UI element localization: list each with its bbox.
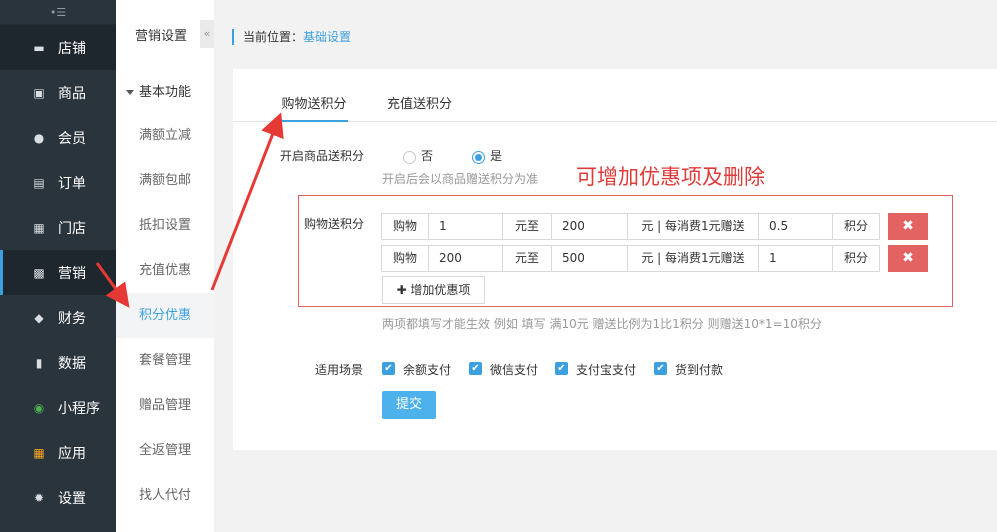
- caret-down-icon: [126, 90, 134, 95]
- add-rule-button[interactable]: ✚ 增加优惠项: [382, 276, 485, 304]
- tab-bar: 购物送积分 充值送积分: [233, 87, 997, 122]
- close-icon: ✖: [902, 250, 914, 266]
- nav-label: 营销: [58, 265, 86, 282]
- checkbox-cod[interactable]: ✔: [654, 362, 667, 375]
- to-addon: 元至: [502, 213, 552, 240]
- scene-balance-label: 余额支付: [403, 363, 452, 377]
- nav-item-goods[interactable]: ▣ 商品: [0, 70, 116, 115]
- nav-label: 店铺: [58, 40, 86, 57]
- ratio-input[interactable]: 1: [758, 245, 833, 272]
- scene-alipay-label: 支付宝支付: [576, 363, 637, 377]
- close-icon: ✖: [902, 218, 914, 234]
- submenu-group-label: 基本功能: [139, 85, 192, 100]
- radio-no[interactable]: [403, 151, 416, 164]
- nav-label: 应用: [58, 445, 86, 462]
- breadcrumb: 当前位置：基础设置: [232, 29, 351, 45]
- money-bag-icon: ◆: [34, 310, 44, 325]
- rules-hint: 两项都填写才能生效 例如 填写 满10元 赠送比例为1比1积分 则赠送10*1=…: [382, 317, 822, 331]
- gear-icon: ✹: [33, 490, 45, 505]
- nav-item-store[interactable]: ▬ 店铺: [0, 25, 116, 70]
- submenu-item-points[interactable]: 积分优惠: [116, 293, 214, 338]
- nav-item-members[interactable]: ● 会员: [0, 115, 116, 160]
- tab-recharge-points[interactable]: 充值送积分: [387, 87, 452, 122]
- ratio-addon: 元 | 每消费1元赠送: [627, 213, 759, 240]
- rule-row: 购物 200 元至 500 元 | 每消费1元赠送 1 积分 ✖: [381, 245, 928, 272]
- nav-item-data[interactable]: ▮ 数据: [0, 340, 116, 385]
- submenu-group-basic[interactable]: 基本功能: [116, 73, 214, 113]
- amount-from-input[interactable]: 1: [428, 213, 503, 240]
- secondary-menu: 营销设置 基本功能 满额立减 满额包邮 抵扣设置 充值优惠 积分优惠 套餐管理 …: [116, 0, 214, 532]
- apps-grid-icon: ▦: [33, 445, 45, 460]
- nav-label: 设置: [58, 490, 86, 507]
- radio-no-label: 否: [421, 149, 434, 163]
- buy-addon: 购物: [381, 213, 429, 240]
- amount-from-input[interactable]: 200: [428, 245, 503, 272]
- enable-hint: 开启后会以商品赠送积分为准: [382, 172, 539, 186]
- to-addon: 元至: [502, 245, 552, 272]
- submenu-item[interactable]: 赠品管理: [116, 383, 214, 428]
- submit-button[interactable]: 提交: [382, 391, 436, 419]
- store-icon: ▬: [33, 40, 45, 55]
- nav-label: 订单: [58, 175, 86, 192]
- main-sidebar: •☰ ▬ 店铺 ▣ 商品 ● 会员 ▤ 订单 ▦ 门店 ▩ 营销 ◆ 财务 ▮ 数据 ◉ 小程序 …: [0, 0, 116, 532]
- goods-icon: ▣: [33, 85, 45, 100]
- nav-label: 数据: [58, 355, 86, 372]
- order-icon: ▤: [33, 175, 45, 190]
- tab-shopping-points[interactable]: 购物送积分: [280, 87, 348, 122]
- miniprogram-icon: ◉: [33, 400, 45, 415]
- collapse-menu-button[interactable]: «: [200, 20, 214, 48]
- nav-label: 商品: [58, 85, 86, 102]
- points-addon: 积分: [832, 213, 880, 240]
- submenu-item[interactable]: 满额包邮: [116, 158, 214, 203]
- submenu-item[interactable]: 套餐管理: [116, 338, 214, 383]
- checkbox-wechat[interactable]: ✔: [469, 362, 482, 375]
- submenu-item[interactable]: 找人代付: [116, 473, 214, 518]
- submenu-item[interactable]: 全返管理: [116, 428, 214, 473]
- bar-chart-icon: ▮: [35, 355, 43, 370]
- nav-label: 门店: [58, 220, 86, 237]
- checkbox-alipay[interactable]: ✔: [555, 362, 568, 375]
- buy-addon: 购物: [381, 245, 429, 272]
- scene-cod-label: 货到付款: [675, 363, 724, 377]
- enable-label: 开启商品送积分: [280, 149, 365, 163]
- nav-item-finance[interactable]: ◆ 财务: [0, 295, 116, 340]
- ratio-input[interactable]: 0.5: [758, 213, 833, 240]
- user-icon: ●: [33, 130, 45, 145]
- nav-item-orders[interactable]: ▤ 订单: [0, 160, 116, 205]
- nav-item-miniprogram[interactable]: ◉ 小程序: [0, 385, 116, 430]
- delete-rule-button[interactable]: ✖: [888, 245, 928, 272]
- rules-label: 购物送积分: [304, 217, 365, 231]
- radio-yes-label: 是: [490, 149, 503, 163]
- amount-to-input[interactable]: 500: [551, 245, 628, 272]
- nav-label: 财务: [58, 310, 86, 327]
- breadcrumb-prefix: 当前位置：: [243, 30, 304, 44]
- nav-item-settings[interactable]: ✹ 设置: [0, 475, 116, 520]
- submenu-item[interactable]: 充值优惠: [116, 248, 214, 293]
- gift-icon: ▩: [33, 265, 45, 280]
- annotation-text: 可增加优惠项及删除: [576, 165, 765, 189]
- shop-icon: ▦: [33, 220, 45, 235]
- nav-item-marketing[interactable]: ▩ 营销: [0, 250, 116, 295]
- checkbox-balance[interactable]: ✔: [382, 362, 395, 375]
- amount-to-input[interactable]: 200: [551, 213, 628, 240]
- breadcrumb-current[interactable]: 基础设置: [303, 30, 351, 44]
- scene-label: 适用场景: [315, 363, 364, 377]
- rule-row: 购物 1 元至 200 元 | 每消费1元赠送 0.5 积分 ✖: [381, 213, 928, 240]
- ratio-addon: 元 | 每消费1元赠送: [627, 245, 759, 272]
- nav-item-apps[interactable]: ▦ 应用: [0, 430, 116, 475]
- scene-wechat-label: 微信支付: [490, 363, 539, 377]
- nav-label: 小程序: [58, 400, 100, 417]
- delete-rule-button[interactable]: ✖: [888, 213, 928, 240]
- nav-label: 会员: [58, 130, 86, 147]
- nav-item-stores[interactable]: ▦ 门店: [0, 205, 116, 250]
- points-addon: 积分: [832, 245, 880, 272]
- radio-yes[interactable]: [472, 151, 485, 164]
- submenu-item[interactable]: 抵扣设置: [116, 203, 214, 248]
- settings-card: 购物送积分 充值送积分 开启商品送积分 否 是 开启后会以商品赠送积分为准 可增…: [233, 69, 997, 450]
- sidebar-toggle[interactable]: •☰: [0, 0, 116, 25]
- submenu-item[interactable]: 满额立减: [116, 113, 214, 158]
